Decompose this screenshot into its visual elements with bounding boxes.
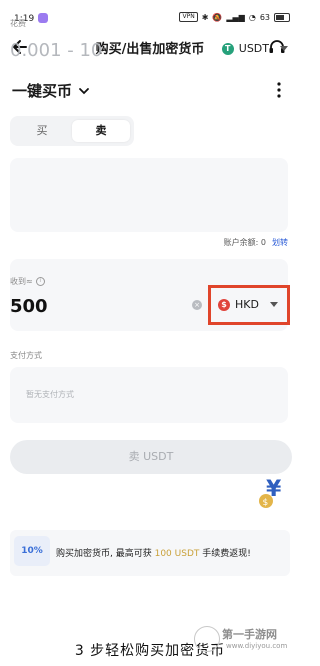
mute-icon: 🔕 (212, 12, 223, 22)
hkd-coin-icon: $ (218, 298, 230, 311)
spend-card (10, 158, 288, 232)
receive-label-row: 收到≈ i (10, 276, 45, 287)
more-options-icon[interactable] (272, 80, 286, 100)
chevron-down-icon (79, 87, 89, 94)
spend-currency-selector[interactable]: T USDT (221, 42, 288, 55)
info-icon[interactable]: i (35, 277, 45, 286)
spend-label: 花费 (10, 19, 26, 28)
svg-text:$: $ (263, 498, 269, 508)
spend-amount-input[interactable]: 0.001 - 10 (10, 40, 102, 61)
promo-text: 购买加密货币, 最高可获 100 USDT 手续费返现! (56, 546, 251, 559)
usdt-coin-icon: T (221, 42, 234, 55)
receive-currency-selector[interactable]: $ HKD (218, 298, 278, 311)
spend-currency-label: USDT (238, 42, 269, 55)
status-bar: 1:19 VPN ✱ 🔕 ▂▄▆ ◔ 63 (0, 0, 300, 34)
payment-empty-text: 暂无支付方式 (26, 390, 74, 399)
wifi-icon: ◔ (248, 12, 256, 22)
app-notification-icon (38, 13, 48, 23)
status-icons: VPN ✱ 🔕 ▂▄▆ ◔ 63 (179, 12, 290, 22)
battery-level: 63 (259, 12, 270, 22)
promo-text-before: 购买加密货币, 最高可获 (56, 549, 152, 559)
balance-row: 账户余额: 0 划转 (224, 237, 288, 248)
promo-text-after: 手续费返现! (202, 549, 251, 559)
receive-currency-label: HKD (235, 298, 259, 311)
receive-label: 收到≈ (10, 277, 33, 286)
caret-down-icon (269, 302, 278, 307)
sell-usdt-button[interactable]: 卖 USDT (10, 440, 292, 474)
balance-label: 账户余额: 0 (223, 238, 266, 247)
battery-icon (274, 12, 290, 22)
promo-highlight: 100 USDT (154, 549, 200, 559)
bluetooth-icon: ✱ (201, 12, 209, 22)
mode-selector[interactable]: 一键买币 (12, 80, 90, 101)
receive-amount[interactable]: 500 (10, 296, 48, 317)
promo-badge: 10% (14, 536, 50, 566)
clear-icon[interactable]: × (192, 300, 202, 310)
watermark-title: 第一手游网 (222, 628, 277, 641)
yen-coin-icon[interactable]: ¥ $ (256, 474, 292, 510)
payment-method-label: 支付方式 (10, 351, 42, 360)
watermark-url: www.diyiyou.com (226, 642, 288, 650)
transfer-link[interactable]: 划转 (272, 237, 288, 248)
watermark-logo-icon (194, 626, 220, 652)
buy-sell-tabs: 买 卖 (10, 116, 134, 146)
caret-down-icon (280, 46, 288, 51)
vpn-icon: VPN (179, 12, 198, 22)
signal-icon: ▂▄▆ (226, 12, 245, 22)
mode-label: 一键买币 (12, 82, 73, 100)
tab-buy[interactable]: 买 (13, 120, 71, 142)
tab-sell[interactable]: 卖 (72, 120, 130, 142)
